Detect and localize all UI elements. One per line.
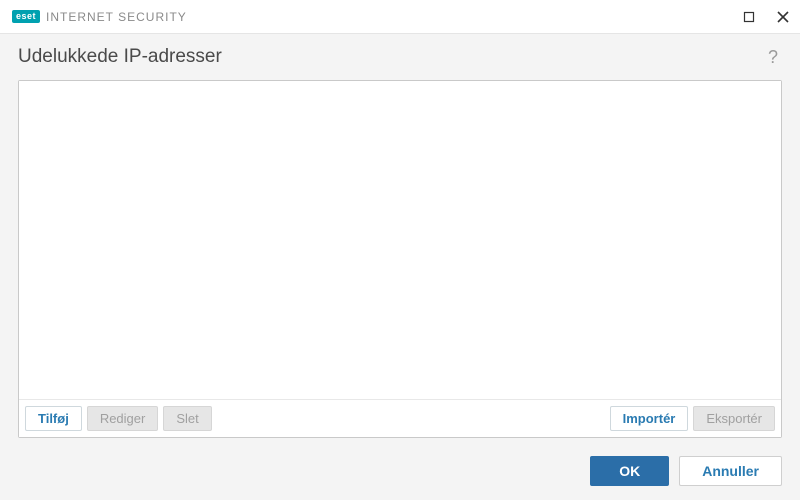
close-button[interactable] <box>774 8 792 26</box>
maximize-icon <box>743 11 755 23</box>
maximize-button[interactable] <box>740 8 758 26</box>
brand-logo: eset <box>12 10 40 23</box>
brand-logo-text: eset <box>12 10 40 23</box>
list-toolbar: Tilføj Rediger Slet Importér Eksportér <box>19 399 781 437</box>
edit-button[interactable]: Rediger <box>87 406 159 431</box>
add-button[interactable]: Tilføj <box>25 406 82 431</box>
ok-button[interactable]: OK <box>590 456 669 486</box>
footer: OK Annuller <box>0 438 800 500</box>
export-button[interactable]: Eksportér <box>693 406 775 431</box>
help-button[interactable]: ? <box>764 47 782 68</box>
titlebar-controls <box>740 8 792 26</box>
page-title: Udelukkede IP-adresser <box>18 46 764 68</box>
titlebar: eset INTERNET SECURITY <box>0 0 800 34</box>
window: eset INTERNET SECURITY Udelukkede IP-adr… <box>0 0 800 500</box>
header-row: Udelukkede IP-adresser ? <box>0 34 800 76</box>
brand: eset INTERNET SECURITY <box>12 10 187 24</box>
delete-button[interactable]: Slet <box>163 406 211 431</box>
content: Udelukkede IP-adresser ? Tilføj Rediger … <box>0 34 800 500</box>
ip-address-list[interactable] <box>19 81 781 399</box>
cancel-button[interactable]: Annuller <box>679 456 782 486</box>
brand-product: INTERNET SECURITY <box>46 10 187 24</box>
import-button[interactable]: Importér <box>610 406 689 431</box>
close-icon <box>776 10 790 24</box>
main-panel: Tilføj Rediger Slet Importér Eksportér <box>18 80 782 438</box>
